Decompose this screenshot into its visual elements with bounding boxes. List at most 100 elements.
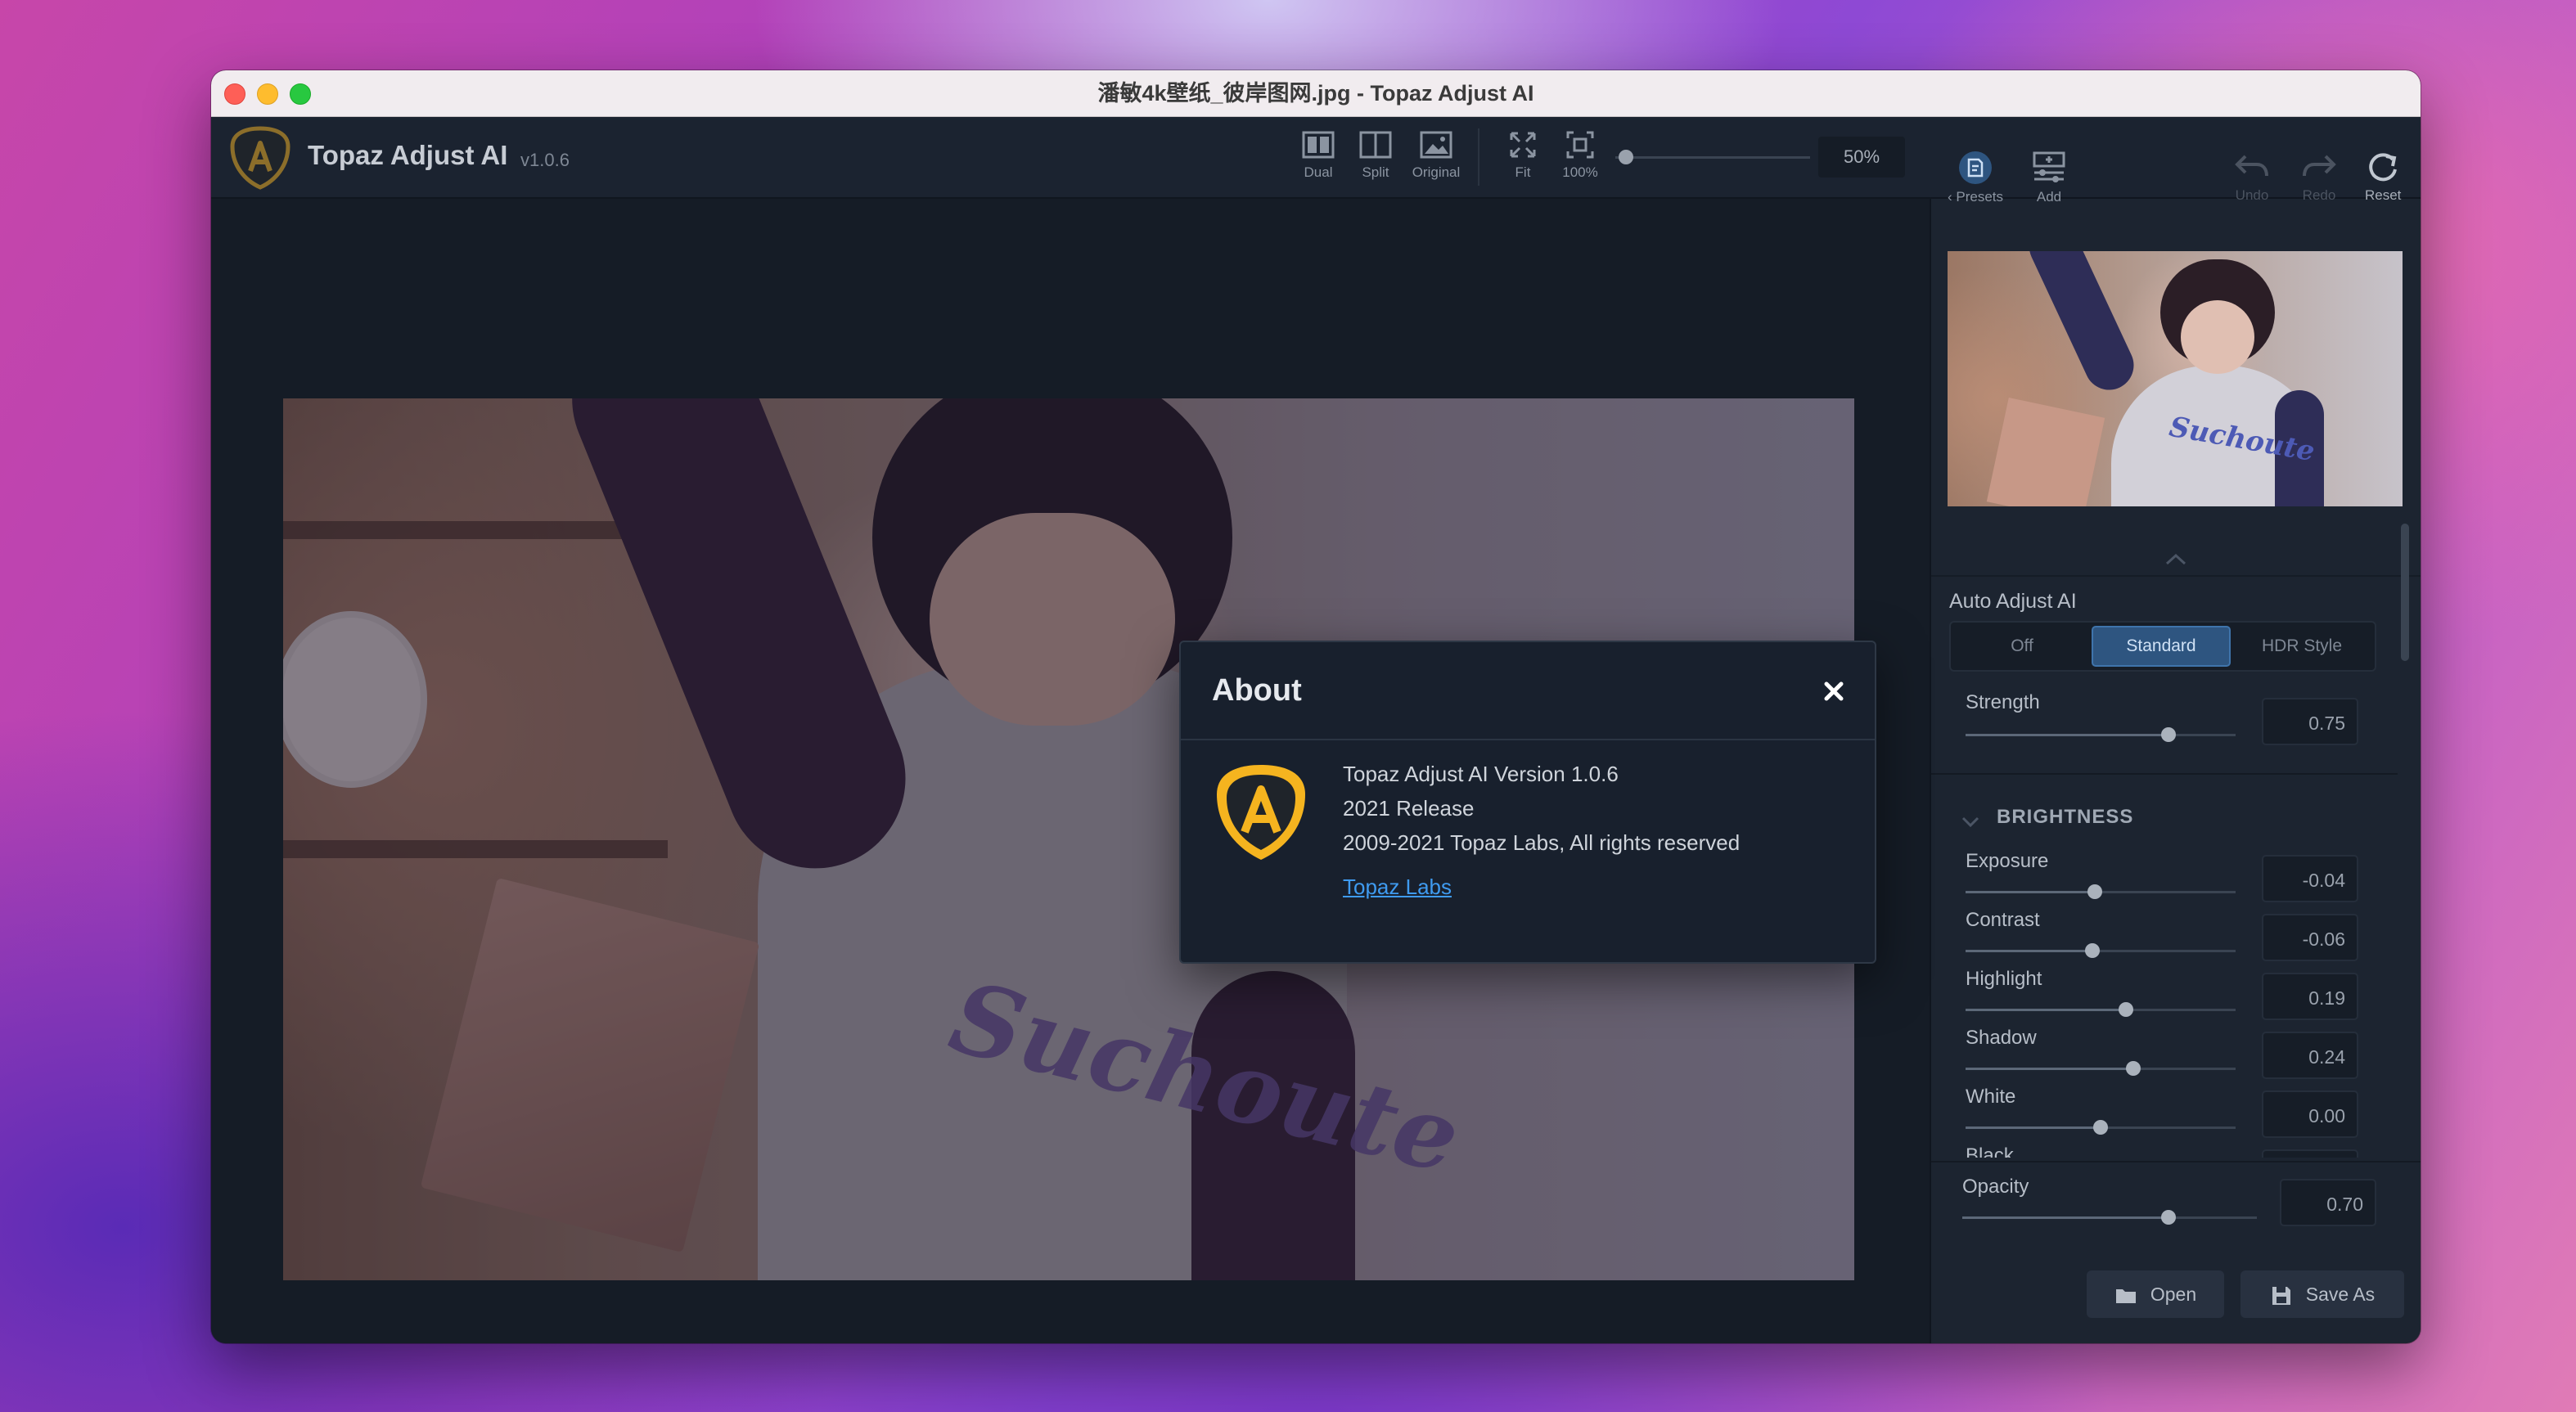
topaz-labs-link[interactable]: Topaz Labs — [1343, 875, 1452, 900]
strength-label: Strength — [1966, 691, 2040, 713]
chevron-down-icon[interactable] — [1961, 816, 1980, 829]
navigator-thumbnail[interactable]: Suchoute — [1948, 251, 2403, 506]
redo-icon — [2303, 155, 2336, 177]
zoom-slider-track[interactable] — [1615, 156, 1810, 159]
title-bar: 潘敏4k壁纸_彼岸图网.jpg - Topaz Adjust AI — [211, 70, 2421, 117]
undo-button[interactable]: Undo — [2234, 150, 2270, 204]
mode-standard-button[interactable]: Standard — [2092, 626, 2231, 667]
contrast-value[interactable]: -0.06 — [2262, 914, 2358, 961]
strength-value[interactable]: 0.75 — [2262, 698, 2358, 745]
app-name: Topaz Adjust AI — [308, 140, 508, 170]
redo-button[interactable]: Redo — [2301, 150, 2337, 204]
contrast-slider[interactable] — [1966, 943, 2236, 958]
actual-size-icon — [1566, 131, 1594, 159]
white-value[interactable]: 0.00 — [2262, 1090, 2358, 1138]
shadow-slider-fill — [1966, 1068, 2133, 1070]
reset-icon — [2369, 153, 2398, 182]
shadow-slider[interactable] — [1966, 1061, 2236, 1076]
auto-adjust-mode-selector: Off Standard HDR Style — [1949, 621, 2376, 672]
presets-icon — [1959, 151, 1993, 184]
split-view-label: Split — [1362, 164, 1389, 180]
presets-label-text: Presets — [1956, 189, 2004, 205]
chevron-up-icon — [2165, 553, 2186, 565]
strength-slider[interactable] — [1966, 727, 2236, 742]
presets-label: ‹ Presets — [1948, 189, 2004, 205]
strength-slider-fill — [1966, 734, 2168, 736]
add-preset-label: Add — [2036, 189, 2062, 205]
exposure-slider-handle[interactable] — [2087, 884, 2103, 899]
topaz-adjust-logo-icon — [1217, 765, 1305, 860]
close-icon[interactable] — [1817, 675, 1850, 708]
opacity-label: Opacity — [1962, 1176, 2029, 1198]
footer-actions: Open Save As — [1931, 1254, 2421, 1343]
navigator-collapse-bar[interactable] — [1931, 551, 2421, 577]
about-dialog-title: About — [1212, 673, 1302, 708]
brightness-section-title[interactable]: BRIGHTNESS — [1997, 806, 2133, 829]
opacity-section: Opacity 0.70 — [1931, 1161, 2421, 1252]
dual-view-icon — [1302, 131, 1335, 159]
reset-button[interactable]: Reset — [2365, 150, 2401, 204]
highlight-value[interactable]: 0.19 — [2262, 973, 2358, 1020]
strength-slider-handle[interactable] — [2160, 727, 2176, 742]
white-slider-handle[interactable] — [2093, 1120, 2108, 1135]
undo-icon — [2235, 155, 2268, 177]
open-button[interactable]: Open — [2087, 1270, 2224, 1318]
black-value[interactable] — [2262, 1149, 2358, 1158]
thumb-face-shape — [2181, 300, 2254, 374]
white-slider-fill — [1966, 1126, 2101, 1129]
mode-hdr-style-button[interactable]: HDR Style — [2232, 626, 2371, 667]
fit-button[interactable]: Fit — [1494, 130, 1551, 187]
about-dialog: About Topaz Adjust AI Version 1.0.6 2021… — [1179, 641, 1876, 964]
reset-label: Reset — [2365, 187, 2402, 203]
open-label: Open — [2150, 1284, 2197, 1305]
contrast-slider-handle[interactable] — [2085, 943, 2101, 958]
black-label: Black — [1966, 1144, 2014, 1158]
opacity-slider-handle[interactable] — [2161, 1210, 2176, 1225]
zoom-slider-handle[interactable] — [1619, 150, 1633, 164]
original-view-button[interactable]: Original — [1407, 130, 1465, 187]
split-view-button[interactable]: Split — [1347, 130, 1404, 187]
add-preset-icon — [2033, 151, 2065, 182]
opacity-value[interactable]: 0.70 — [2280, 1179, 2376, 1226]
adjustments-sidebar: ‹ Presets Add Undo Redo Reset Suchoute A… — [1930, 151, 2421, 1343]
save-as-button[interactable]: Save As — [2240, 1270, 2404, 1318]
about-copyright-line: 2009-2021 Topaz Labs, All rights reserve… — [1343, 830, 1741, 855]
add-preset-button[interactable]: Add — [2031, 150, 2067, 205]
about-version-line: Topaz Adjust AI Version 1.0.6 — [1343, 762, 1619, 786]
white-slider[interactable] — [1966, 1120, 2236, 1135]
topaz-logo-icon — [230, 126, 290, 190]
about-release-line: 2021 Release — [1343, 796, 1475, 821]
highlight-slider[interactable] — [1966, 1002, 2236, 1017]
section-divider — [1931, 773, 2398, 775]
highlight-slider-handle[interactable] — [2119, 1002, 2134, 1017]
dual-view-label: Dual — [1304, 164, 1333, 180]
actual-size-button[interactable]: 100% — [1551, 130, 1609, 187]
exposure-value[interactable]: -0.04 — [2262, 855, 2358, 902]
save-as-label: Save As — [2305, 1284, 2376, 1305]
toolbar-separator — [1478, 128, 1479, 186]
presets-button[interactable]: ‹ Presets — [1948, 150, 2003, 205]
window-title: 潘敏4k壁纸_彼岸图网.jpg - Topaz Adjust AI — [1097, 81, 1534, 106]
split-view-icon — [1359, 131, 1392, 159]
auto-adjust-title: Auto Adjust AI — [1949, 590, 2077, 613]
zoom-level[interactable]: 50% — [1818, 137, 1905, 178]
adjustments-panel: Auto Adjust AI Off Standard HDR Style St… — [1931, 577, 2398, 1158]
white-label: White — [1966, 1086, 2016, 1108]
panel-scrollbar[interactable] — [2401, 524, 2409, 661]
folder-icon — [2115, 1288, 2136, 1303]
shadow-slider-handle[interactable] — [2125, 1061, 2141, 1076]
exposure-slider-fill — [1966, 891, 2096, 893]
exposure-slider[interactable] — [1966, 884, 2236, 899]
highlight-label: Highlight — [1966, 968, 2042, 990]
actual-size-label: 100% — [1562, 164, 1598, 180]
about-dialog-header: About — [1181, 642, 1875, 740]
dual-view-button[interactable]: Dual — [1290, 130, 1347, 187]
original-view-label: Original — [1412, 164, 1461, 180]
redo-label: Redo — [2302, 187, 2336, 203]
shadow-label: Shadow — [1966, 1027, 2037, 1049]
contrast-label: Contrast — [1966, 909, 2040, 931]
thumb-arm-shape — [2021, 251, 2142, 398]
mode-off-button[interactable]: Off — [1954, 626, 2090, 667]
opacity-slider[interactable] — [1962, 1210, 2257, 1225]
shadow-value[interactable]: 0.24 — [2262, 1032, 2358, 1079]
